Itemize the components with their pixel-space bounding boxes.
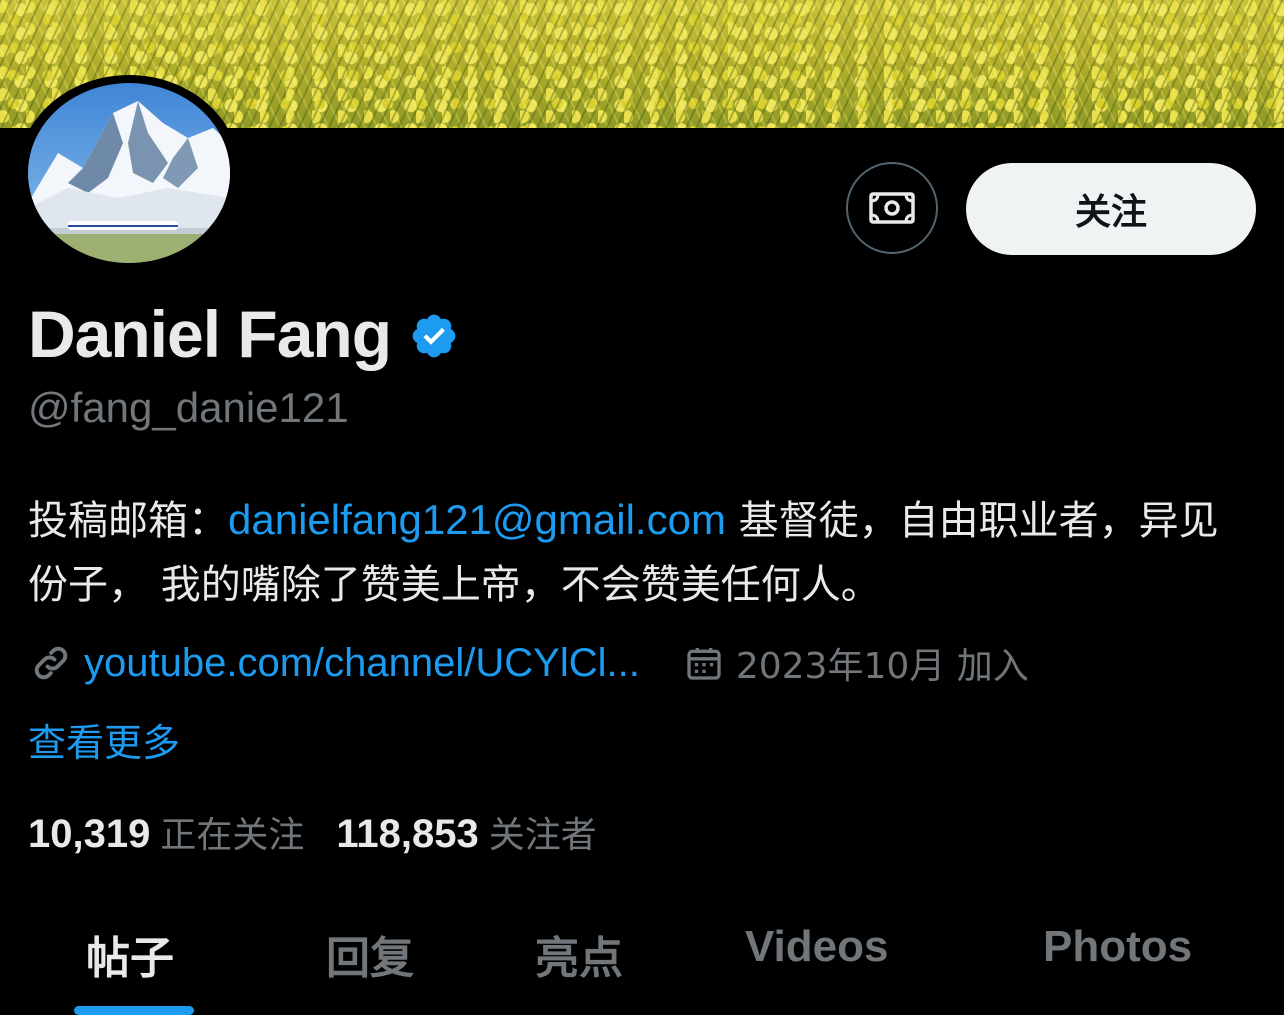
money-icon xyxy=(869,192,915,224)
link-icon xyxy=(34,646,68,680)
bio-email-link[interactable]: danielfang121@gmail.com xyxy=(228,496,726,543)
avatar-image xyxy=(28,83,230,263)
tip-button[interactable] xyxy=(846,162,938,254)
display-name: Daniel Fang xyxy=(28,297,392,371)
profile-meta: youtube.com/channel/UCYlCl... 2023年10月 加… xyxy=(30,636,1029,690)
tab-highlights[interactable]: 亮点 xyxy=(535,922,623,986)
follow-button[interactable]: 关注 xyxy=(966,163,1256,255)
follow-stats: 10,319 正在关注 118,853 关注者 xyxy=(28,806,597,858)
tab-replies[interactable]: 回复 xyxy=(326,922,414,986)
user-handle: @fang_danie121 xyxy=(28,384,349,431)
following-count: 10,319 xyxy=(28,812,151,856)
tab-posts[interactable]: 帖子 xyxy=(86,922,174,986)
calendar-icon xyxy=(687,648,721,680)
profile-bio: 投稿邮箱：danielfang121@gmail.com 基督徒，自由职业者，异… xyxy=(28,488,1258,617)
followers-stat[interactable]: 118,853 关注者 xyxy=(336,806,596,858)
following-label: 正在关注 xyxy=(160,815,305,856)
joined-date: 2023年10月 加入 xyxy=(735,646,1029,687)
following-stat[interactable]: 10,319 正在关注 xyxy=(28,806,304,858)
followers-label: 关注者 xyxy=(488,815,597,856)
website-link[interactable]: youtube.com/channel/UCYlCl... xyxy=(84,641,640,686)
see-more-link[interactable]: 查看更多 xyxy=(28,712,180,767)
verified-badge-icon[interactable] xyxy=(409,311,459,361)
bio-prefix: 投稿邮箱： xyxy=(28,498,228,544)
followers-count: 118,853 xyxy=(336,812,479,856)
profile-tabs: 帖子 回复 亮点 Videos Photos xyxy=(0,900,1284,1015)
profile-name-row: Daniel Fang xyxy=(28,296,459,372)
tab-videos[interactable]: Videos xyxy=(745,922,888,972)
active-tab-indicator xyxy=(74,1006,194,1015)
avatar[interactable] xyxy=(28,83,230,263)
tab-photos[interactable]: Photos xyxy=(1043,922,1192,972)
